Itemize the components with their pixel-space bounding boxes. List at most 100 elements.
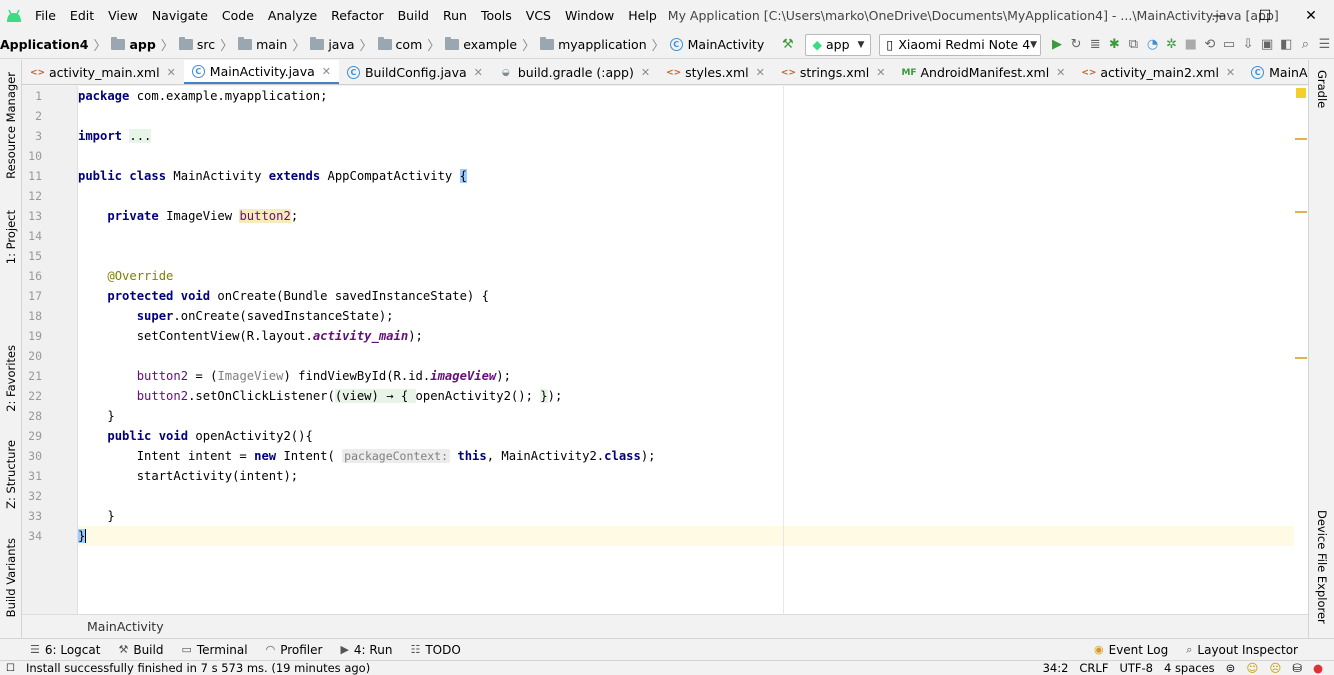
tool-gradle[interactable]: Gradle — [1315, 70, 1329, 108]
tab-activity-main-xml[interactable]: <> activity_main.xml ✕ — [22, 60, 184, 84]
tool-build[interactable]: ⚒ Build — [118, 643, 163, 657]
close-icon[interactable]: ✕ — [1056, 66, 1065, 79]
line-number: 3 — [22, 126, 77, 146]
caret-position[interactable]: 34:2 — [1043, 661, 1069, 675]
close-icon[interactable]: ✕ — [1226, 66, 1235, 79]
tab-androidmanifest-xml[interactable]: MF AndroidManifest.xml ✕ — [893, 60, 1073, 84]
menu-file[interactable]: File — [28, 0, 63, 31]
tool-layout-inspector[interactable]: ⌕ Layout Inspector — [1186, 643, 1298, 657]
crumb-main[interactable]: main 〉 — [238, 35, 310, 54]
line-separator[interactable]: CRLF — [1079, 661, 1108, 675]
warning-mark[interactable] — [1295, 211, 1307, 213]
menu-refactor[interactable]: Refactor — [324, 0, 390, 31]
device-manager-icon[interactable]: ▣ — [1258, 34, 1277, 56]
toggle-tool-windows-icon[interactable]: ☐ — [6, 663, 15, 674]
tab-mainactivity-java[interactable]: C MainActivity.java ✕ — [183, 60, 339, 84]
tool-profiler[interactable]: ◠ Profiler — [266, 643, 323, 657]
tool-resource-manager[interactable]: Resource Manager — [4, 72, 18, 179]
menu-view[interactable]: View — [101, 0, 145, 31]
warning-status-icon[interactable] — [1296, 88, 1306, 98]
memory-indicator-icon[interactable]: ⛁ — [1292, 661, 1302, 675]
attach-debugger-icon[interactable]: ⧉ — [1124, 34, 1143, 56]
tool-run[interactable]: ▶ 4: Run — [340, 643, 392, 657]
error-stripe[interactable] — [1294, 86, 1308, 614]
avd-manager-icon[interactable]: ▭ — [1219, 34, 1238, 56]
close-window-button[interactable]: ✕ — [1288, 0, 1334, 31]
close-icon[interactable]: ✕ — [322, 65, 331, 78]
tab-strings-xml[interactable]: <> strings.xml ✕ — [773, 60, 894, 84]
tab-styles-xml[interactable]: <> styles.xml ✕ — [658, 60, 773, 84]
file-encoding[interactable]: UTF-8 — [1119, 661, 1153, 675]
error-icon[interactable]: ● — [1313, 661, 1323, 675]
menu-build[interactable]: Build — [391, 0, 436, 31]
crumb-app[interactable]: app 〉 — [111, 35, 178, 54]
menu-edit[interactable]: Edit — [63, 0, 101, 31]
sync-project-icon[interactable]: ⟲ — [1200, 34, 1219, 56]
crumb-java-label: java — [328, 37, 355, 52]
menu-vcs[interactable]: VCS — [519, 0, 558, 31]
line-number: 18 — [22, 306, 77, 326]
folded-imports[interactable]: ... — [129, 129, 152, 143]
crumb-java[interactable]: java 〉 — [310, 35, 377, 54]
sdk-manager-icon[interactable]: ⇩ — [1239, 34, 1258, 56]
stop-icon[interactable]: ■ — [1181, 34, 1200, 56]
attach-process-icon[interactable]: ✲ — [1162, 34, 1181, 56]
crumb-com[interactable]: com 〉 — [377, 35, 446, 54]
lock-icon[interactable]: ⊜ — [1226, 661, 1236, 675]
happy-face-icon[interactable]: ☺ — [1246, 661, 1258, 675]
tab-mainactivity2-java[interactable]: C MainActivity2.java — [1243, 60, 1308, 84]
event-log-icon: ◉ — [1094, 643, 1104, 656]
maximize-button[interactable]: ☐ — [1242, 0, 1288, 31]
make-project-hammer-icon[interactable]: ⚒ — [778, 34, 797, 56]
debug-icon[interactable]: ✱ — [1105, 34, 1124, 56]
sad-face-icon[interactable]: ☹ — [1269, 661, 1281, 675]
close-icon[interactable]: ✕ — [167, 66, 176, 79]
menu-help[interactable]: Help — [621, 0, 664, 31]
tool-terminal[interactable]: ▭ Terminal — [181, 643, 247, 657]
menu-navigate[interactable]: Navigate — [145, 0, 215, 31]
device-combo[interactable]: ▯ Xiaomi Redmi Note 4 ▼ — [879, 33, 1042, 56]
crumb-myapplication[interactable]: myapplication 〉 — [540, 35, 670, 54]
warning-mark[interactable] — [1295, 138, 1307, 140]
menu-code[interactable]: Code — [215, 0, 261, 31]
indent-setting[interactable]: 4 spaces — [1164, 661, 1215, 675]
menu-run[interactable]: Run — [436, 0, 474, 31]
minimize-button[interactable]: — — [1196, 0, 1242, 31]
run-configuration-combo[interactable]: ◆ app ▼ — [805, 33, 872, 56]
tab-activity-main2-xml[interactable]: <> activity_main2.xml ✕ — [1073, 60, 1243, 84]
tool-project[interactable]: 1: Project — [4, 210, 18, 264]
profile-icon[interactable]: ◔ — [1143, 34, 1162, 56]
crumb-src[interactable]: src 〉 — [178, 35, 238, 54]
tool-favorites[interactable]: 2: Favorites — [4, 345, 18, 412]
project-structure-icon[interactable]: ◧ — [1277, 34, 1296, 56]
tab-buildconfig-java[interactable]: C BuildConfig.java ✕ — [339, 60, 491, 84]
settings-icon[interactable]: ☰ — [1315, 34, 1334, 56]
tool-device-file-explorer[interactable]: Device File Explorer — [1315, 510, 1329, 624]
run-icon: ▶ — [340, 643, 349, 656]
editor-breadcrumb[interactable]: MainActivity — [22, 614, 1308, 638]
tool-structure[interactable]: Z: Structure — [4, 440, 18, 509]
warning-mark[interactable] — [1295, 357, 1307, 359]
apply-code-changes-icon[interactable]: ≣ — [1086, 34, 1105, 56]
tool-logcat[interactable]: ☰ 6: Logcat — [30, 643, 100, 657]
editor-gutter[interactable]: 1 2 3 10 11 12 13 14 15 16 17 18 19 20 21 22 28 29 30 31 32 3… — [22, 86, 78, 614]
code-editor[interactable]: package com.example.myapplication; impor… — [78, 86, 1294, 614]
crumb-project[interactable]: Application4 〉 — [0, 35, 111, 54]
crumb-example[interactable]: example 〉 — [445, 35, 540, 54]
crumb-mainactivity[interactable]: C MainActivity — [669, 37, 764, 52]
menu-tools[interactable]: Tools — [474, 0, 519, 31]
close-icon[interactable]: ✕ — [474, 66, 483, 79]
tool-event-log[interactable]: ◉ Event Log — [1094, 643, 1168, 657]
close-icon[interactable]: ✕ — [641, 66, 650, 79]
status-message[interactable]: Install successfully finished in 7 s 573… — [26, 661, 370, 675]
close-icon[interactable]: ✕ — [876, 66, 885, 79]
menu-analyze[interactable]: Analyze — [261, 0, 324, 31]
search-icon[interactable]: ⌕ — [1296, 34, 1315, 56]
close-icon[interactable]: ✕ — [756, 66, 765, 79]
tab-build-gradle[interactable]: ◒ build.gradle (:app) ✕ — [491, 60, 658, 84]
tool-build-variants[interactable]: Build Variants — [4, 538, 18, 617]
tool-todo[interactable]: ☷ TODO — [410, 643, 460, 657]
menu-window[interactable]: Window — [558, 0, 621, 31]
run-icon[interactable]: ▶ — [1047, 34, 1066, 56]
apply-changes-icon[interactable]: ↻ — [1067, 34, 1086, 56]
